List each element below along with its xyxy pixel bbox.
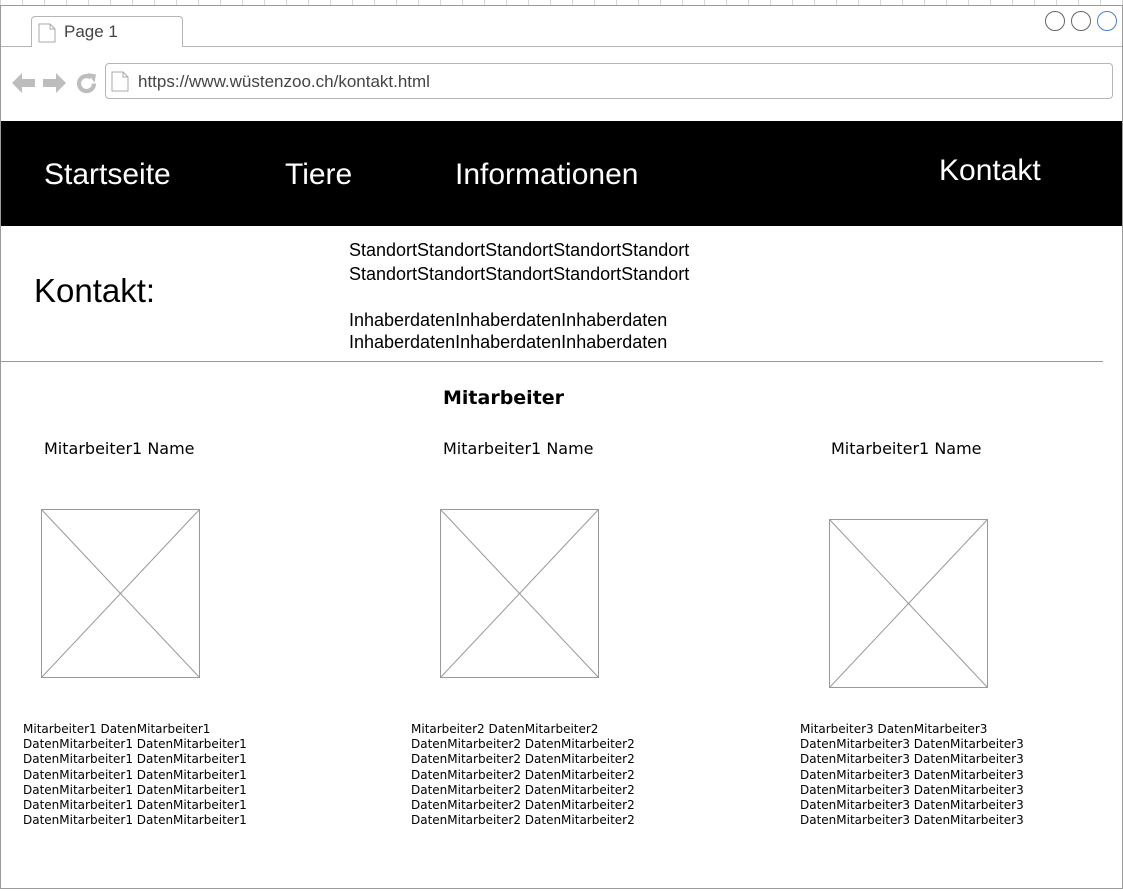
staff-detail-line: DatenMitarbeiter1 DatenMitarbeiter1 <box>23 813 247 828</box>
staff-detail-line: DatenMitarbeiter3 DatenMitarbeiter3 <box>800 782 1024 797</box>
section-divider <box>1 361 1103 362</box>
staff-detail-line: DatenMitarbeiter3 DatenMitarbeiter3 <box>800 797 1024 812</box>
staff-detail-line: DatenMitarbeiter2 DatenMitarbeiter2 <box>411 782 635 797</box>
reload-icon[interactable] <box>75 72 98 100</box>
staff-detail-line: DatenMitarbeiter2 DatenMitarbeiter2 <box>411 752 635 767</box>
back-arrow-icon[interactable] <box>11 72 36 99</box>
staff-detail-line: DatenMitarbeiter1 DatenMitarbeiter1 <box>23 752 247 767</box>
staff-detail-line: DatenMitarbeiter2 DatenMitarbeiter2 <box>411 813 635 828</box>
staff-detail-line: DatenMitarbeiter1 DatenMitarbeiter1 <box>23 782 247 797</box>
location-line: StandortStandortStandortStandortStandort <box>349 240 690 260</box>
tab-strip-line <box>183 46 1122 47</box>
staff-name: Mitarbeiter1 Name <box>44 439 195 458</box>
page-icon <box>111 71 129 97</box>
staff-detail-line: DatenMitarbeiter3 DatenMitarbeiter3 <box>800 737 1024 752</box>
staff-detail-line: Mitarbeiter1 DatenMitarbeiter1 <box>23 722 211 736</box>
tab-strip-line <box>1 46 31 47</box>
staff-heading: Mitarbeiter <box>443 387 565 409</box>
staff-detail-line: DatenMitarbeiter2 DatenMitarbeiter2 <box>411 797 635 812</box>
staff-detail-line: DatenMitarbeiter2 DatenMitarbeiter2 <box>411 737 635 752</box>
staff-detail-line: Mitarbeiter2 DatenMitarbeiter2 <box>411 722 599 736</box>
page-title: Kontakt: <box>34 272 156 309</box>
staff-detail-line: DatenMitarbeiter3 DatenMitarbeiter3 <box>800 813 1024 828</box>
minimize-button[interactable] <box>1045 11 1065 31</box>
page-icon <box>38 23 56 48</box>
staff-detail-line: DatenMitarbeiter2 DatenMitarbeiter2 <box>411 767 635 782</box>
nav-item-tiere[interactable]: Tiere <box>285 158 352 192</box>
url-text[interactable]: https://www.wüstenzoo.ch/kontakt.html <box>138 72 430 92</box>
tab-title: Page 1 <box>64 22 118 41</box>
maximize-button[interactable] <box>1071 11 1091 31</box>
staff-detail-line: DatenMitarbeiter1 DatenMitarbeiter1 <box>23 737 247 752</box>
owner-line: InhaberdatenInhaberdatenInhaberdaten <box>349 310 668 330</box>
staff-detail-line: DatenMitarbeiter1 DatenMitarbeiter1 <box>23 797 247 812</box>
nav-item-startseite[interactable]: Startseite <box>44 158 171 192</box>
staff-detail-line: DatenMitarbeiter1 DatenMitarbeiter1 <box>23 767 247 782</box>
staff-details: Mitarbeiter2 DatenMitarbeiter2 DatenMita… <box>411 722 635 828</box>
owner-line: InhaberdatenInhaberdatenInhaberdaten <box>349 332 668 352</box>
location-line: StandortStandortStandortStandortStandort <box>349 264 690 284</box>
staff-details: Mitarbeiter3 DatenMitarbeiter3 DatenMita… <box>800 722 1024 828</box>
staff-detail-line: Mitarbeiter3 DatenMitarbeiter3 <box>800 722 988 736</box>
staff-name: Mitarbeiter1 Name <box>443 439 594 458</box>
staff-details: Mitarbeiter1 DatenMitarbeiter1 DatenMita… <box>23 722 247 828</box>
forward-arrow-icon[interactable] <box>42 72 67 99</box>
staff-name: Mitarbeiter1 Name <box>831 439 982 458</box>
staff-detail-line: DatenMitarbeiter3 DatenMitarbeiter3 <box>800 767 1024 782</box>
nav-item-kontakt[interactable]: Kontakt <box>939 154 1041 188</box>
nav-item-informationen[interactable]: Informationen <box>455 158 638 192</box>
image-placeholder-icon <box>829 519 988 688</box>
image-placeholder-icon <box>440 509 599 678</box>
staff-detail-line: DatenMitarbeiter3 DatenMitarbeiter3 <box>800 752 1024 767</box>
close-button[interactable] <box>1097 11 1117 31</box>
image-placeholder-icon <box>41 509 200 678</box>
